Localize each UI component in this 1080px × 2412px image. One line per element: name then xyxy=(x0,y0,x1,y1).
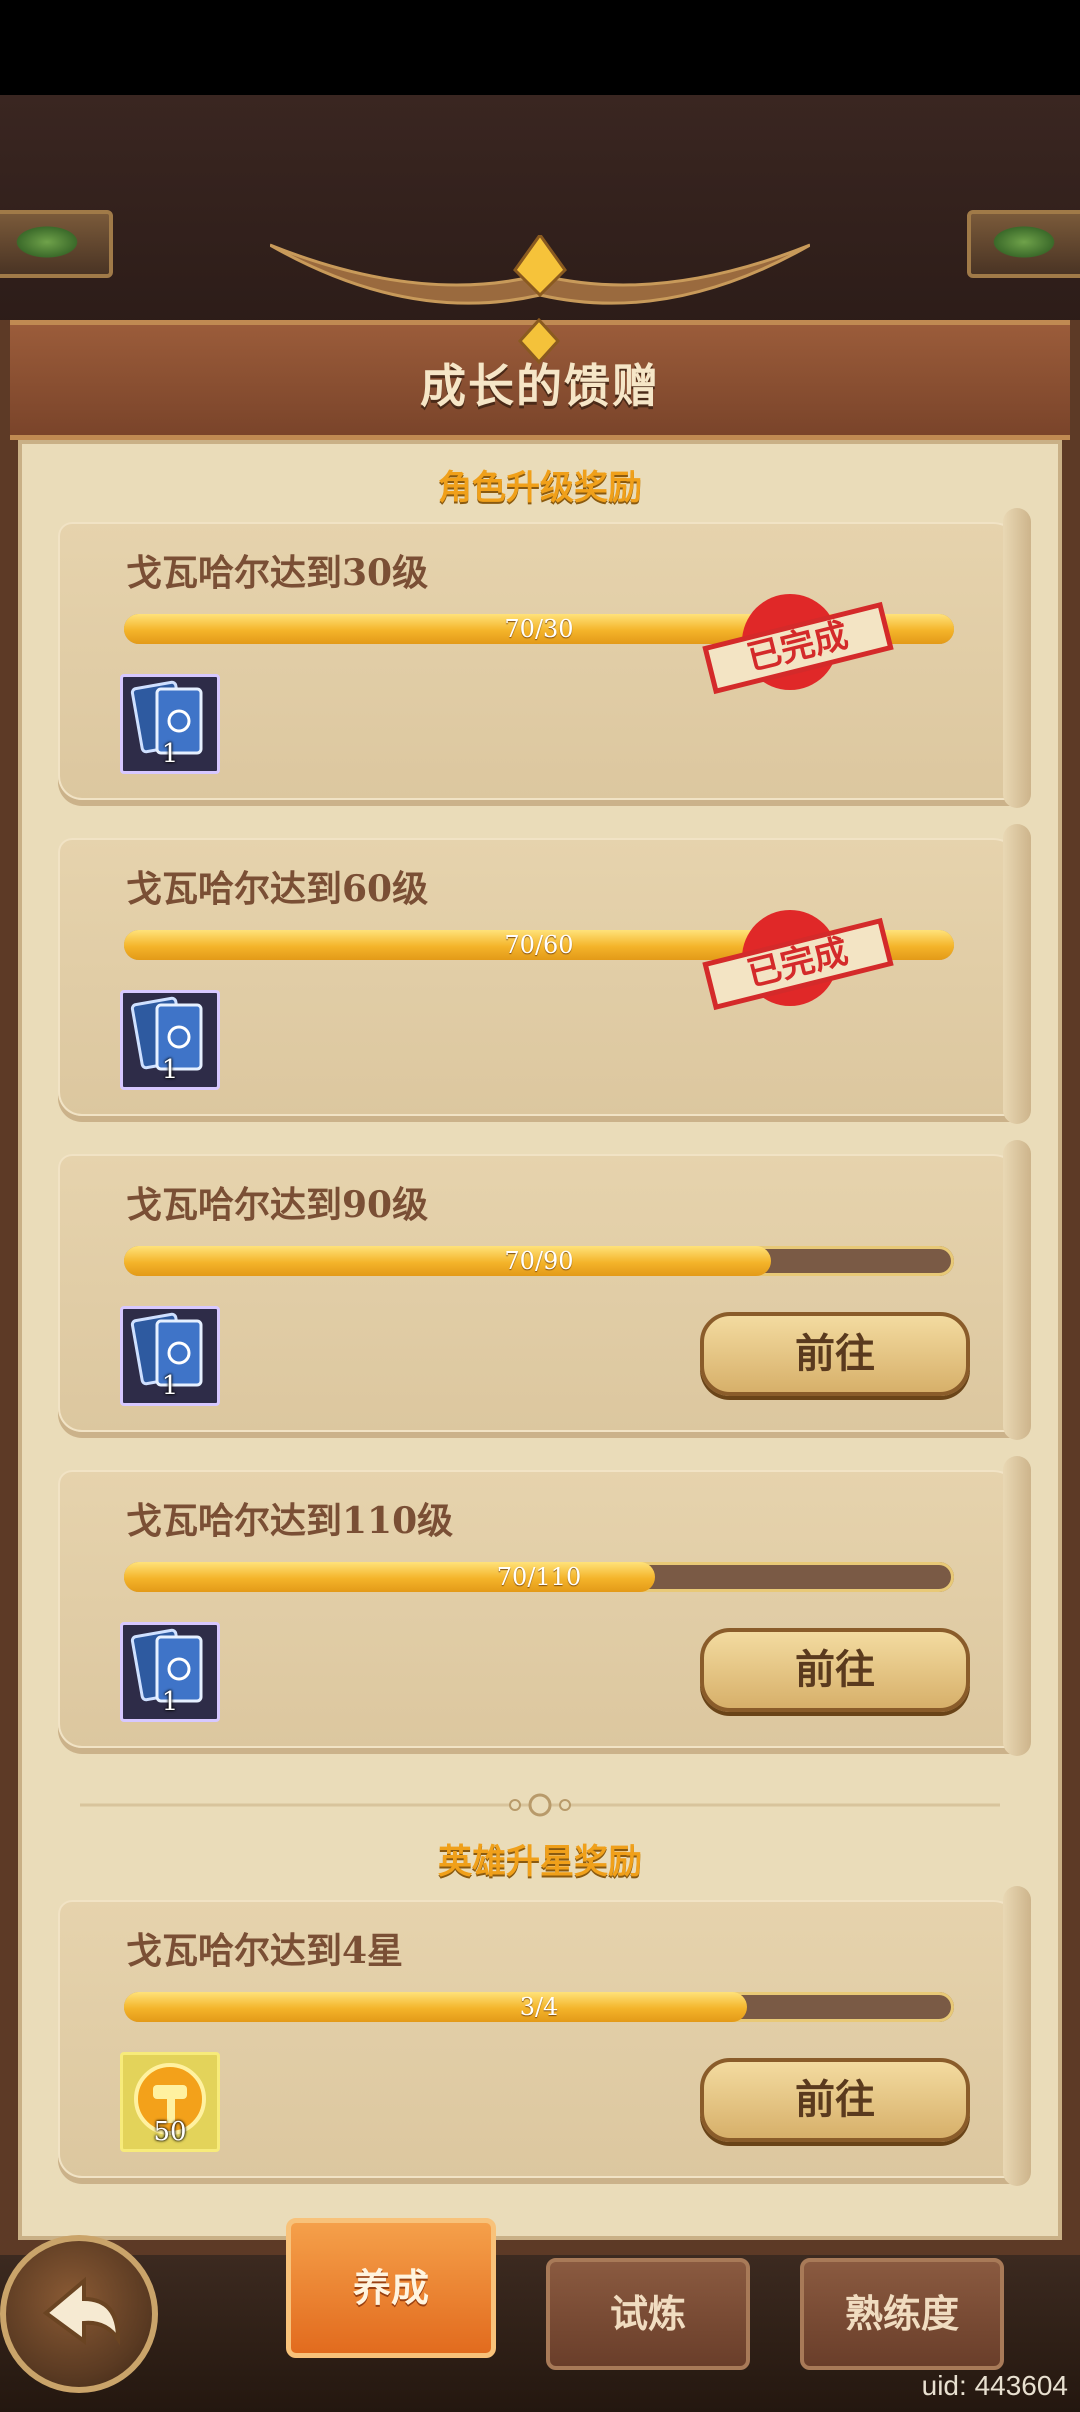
tab-cultivate[interactable]: 养成 xyxy=(286,2218,496,2358)
crest-ornament xyxy=(270,235,810,305)
uid-label: uid: 443604 xyxy=(921,2370,1068,2401)
reward-qty: 1 xyxy=(161,1371,179,1401)
task-card-level-60: 戈瓦哈尔达到60级 70/60 1 已完成 xyxy=(58,824,1031,1124)
task-label: 戈瓦哈尔达到60级 xyxy=(126,868,429,910)
tab-proficiency[interactable]: 熟练度 xyxy=(800,2258,1004,2370)
goto-button[interactable]: 前往 xyxy=(700,1628,970,1712)
progress-text: 3/4 xyxy=(519,1993,559,2021)
goto-button[interactable]: 前往 xyxy=(700,2058,970,2142)
reward-qty: 1 xyxy=(161,739,179,769)
status-bar xyxy=(0,0,1080,95)
reward-qty: 1 xyxy=(161,1687,179,1717)
task-card-star-4: 戈瓦哈尔达到4星 3/4 50 前往 xyxy=(58,1886,1031,2186)
progress-bar: 70/90 xyxy=(124,1246,954,1276)
section-divider xyxy=(80,1793,1000,1817)
completed-stamp: 已完成 xyxy=(702,594,894,695)
right-pillar-ornament xyxy=(967,210,1080,278)
gold-hammer-icon[interactable]: 50 xyxy=(120,2052,220,2152)
task-label: 戈瓦哈尔达到4星 xyxy=(126,1930,404,1972)
task-card-level-110: 戈瓦哈尔达到110级 70/110 1 前往 xyxy=(58,1456,1031,1756)
task-label: 戈瓦哈尔达到90级 xyxy=(126,1184,429,1226)
back-button[interactable] xyxy=(0,2235,158,2393)
progress-bar: 3/4 xyxy=(124,1992,954,2022)
completed-stamp: 已完成 xyxy=(702,910,894,1011)
tab-trial[interactable]: 试炼 xyxy=(546,2258,750,2370)
card-pack-icon[interactable]: 1 xyxy=(120,674,220,774)
section-title-level-rewards: 角色升级奖励 xyxy=(438,468,642,508)
card-pack-icon[interactable]: 1 xyxy=(120,990,220,1090)
progress-text: 70/110 xyxy=(496,1563,582,1591)
task-label: 戈瓦哈尔达到30级 xyxy=(126,552,429,594)
task-label: 戈瓦哈尔达到110级 xyxy=(126,1500,454,1542)
task-card-level-90: 戈瓦哈尔达到90级 70/90 1 前往 xyxy=(58,1140,1031,1440)
progress-bar: 70/110 xyxy=(124,1562,954,1592)
goto-button[interactable]: 前往 xyxy=(700,1312,970,1396)
progress-text: 70/90 xyxy=(504,1247,574,1275)
reward-qty: 1 xyxy=(161,1055,179,1085)
task-card-level-30: 戈瓦哈尔达到30级 70/30 1 已完成 xyxy=(58,508,1031,808)
section-title-star-rewards: 英雄升星奖励 xyxy=(438,1842,642,1882)
reward-qty: 50 xyxy=(153,2117,187,2147)
card-pack-icon[interactable]: 1 xyxy=(120,1306,220,1406)
card-pack-icon[interactable]: 1 xyxy=(120,1622,220,1722)
page-title: 成长的馈赠 xyxy=(420,359,660,413)
left-pillar-ornament xyxy=(0,210,113,278)
back-arrow-icon xyxy=(42,2276,121,2346)
